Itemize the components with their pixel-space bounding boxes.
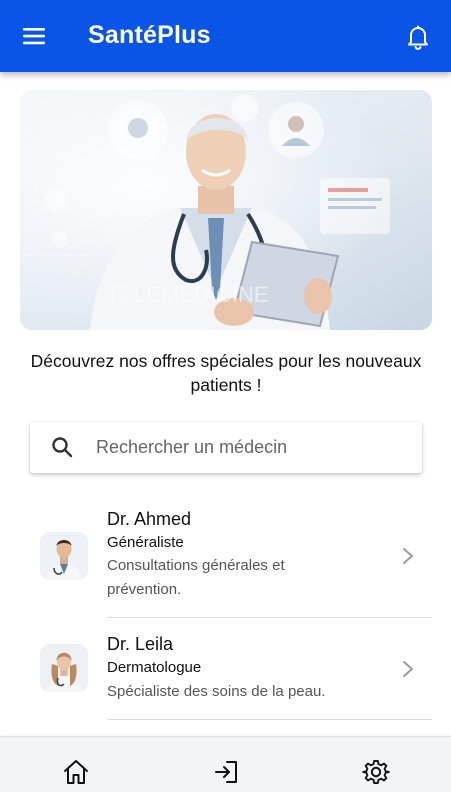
- doctor-list-item[interactable]: Dr. Ahmed Généraliste Consultations géné…: [0, 500, 451, 618]
- login-icon[interactable]: [212, 757, 242, 787]
- doctor-list-item[interactable]: Dr. Leila Dermatologue Spécialiste des s…: [0, 618, 451, 720]
- bell-icon[interactable]: [404, 23, 432, 51]
- settings-gear-icon[interactable]: [361, 757, 391, 787]
- doctor-specialty: Généraliste: [107, 534, 184, 551]
- promo-text: Découvrez nos offres spéciales pour les …: [30, 351, 422, 395]
- search-bar[interactable]: [30, 422, 422, 473]
- home-icon[interactable]: [61, 757, 91, 787]
- telemedicine-banner-image: TELEMEDICINE: [20, 90, 432, 330]
- app-header: SantéPlus: [0, 0, 451, 72]
- app-screen: SantéPlus TELEMEDICINE Découvrez nos off…: [0, 0, 451, 792]
- chevron-right-icon: [400, 546, 416, 566]
- doctor-description: Spécialiste des soins de la peau.: [107, 683, 326, 700]
- banner-watermark: TELEMEDICINE: [106, 282, 269, 307]
- doctor-specialty: Dermatologue: [107, 659, 202, 676]
- search-input[interactable]: [96, 422, 412, 473]
- list-divider: [107, 719, 432, 720]
- doctor-avatar: [40, 644, 88, 692]
- bottom-navigation-bar: [0, 736, 451, 792]
- doctor-name: Dr. Ahmed: [107, 509, 192, 529]
- hamburger-menu-icon[interactable]: [22, 25, 48, 47]
- app-title: SantéPlus: [88, 21, 211, 49]
- chevron-right-icon: [400, 659, 416, 679]
- doctor-description: Consultations générales et prévention.: [107, 557, 285, 598]
- search-icon[interactable]: [51, 436, 73, 458]
- doctor-name: Dr. Leila: [107, 634, 174, 654]
- doctor-avatar: [40, 532, 88, 580]
